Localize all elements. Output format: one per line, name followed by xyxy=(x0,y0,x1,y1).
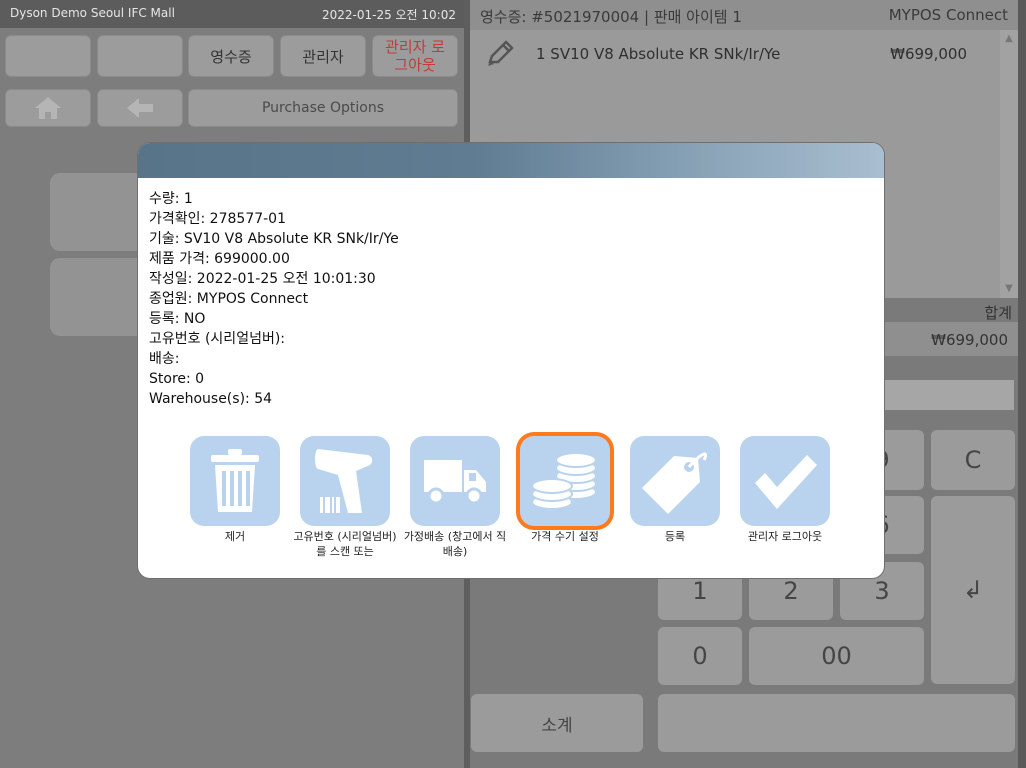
barcode-scanner-icon xyxy=(315,449,373,513)
detail-warehouse: Warehouse(s): 54 xyxy=(149,391,273,407)
remove-label: 제거 xyxy=(224,530,246,543)
receipt-id: 영수증: #5021970004 | 판매 아이템 1 xyxy=(480,8,742,26)
detail-product-price: 제품 가격: 699000.00 xyxy=(149,251,290,267)
item-details: 수량: 1 가격확인: 278577-01 기술: SV10 V8 Absolu… xyxy=(149,189,399,409)
home-button[interactable] xyxy=(5,89,91,127)
manager-logout-button[interactable]: 관리자 로그아웃 xyxy=(372,35,458,77)
product-tile-2[interactable] xyxy=(50,258,150,336)
truck-icon xyxy=(424,460,486,505)
brand-label: MYPOS Connect xyxy=(888,6,1008,24)
checkmark-icon xyxy=(755,455,817,509)
item-price: ₩699,000 xyxy=(890,45,967,63)
detail-description: 기술: SV10 V8 Absolute KR SNk/Ir/Ye xyxy=(149,231,399,247)
detail-store: Store: 0 xyxy=(149,371,205,387)
product-tile-1[interactable] xyxy=(50,173,150,251)
register-button[interactable]: 등록 xyxy=(620,436,730,544)
pencil-icon[interactable] xyxy=(484,38,516,70)
store-name: Dyson Demo Seoul IFC Mall xyxy=(10,6,175,20)
receipt-header: 영수증: #5021970004 | 판매 아이템 1 MYPOS Connec… xyxy=(470,0,1018,30)
window-edge xyxy=(1018,0,1026,768)
item-name: 1 SV10 V8 Absolute KR SNk/Ir/Ye xyxy=(536,45,781,63)
pay-button[interactable] xyxy=(658,694,1015,752)
detail-delivery: 배송: xyxy=(149,351,180,367)
chevron-down-icon[interactable]: ▼ xyxy=(1002,282,1016,296)
clock: 2022-01-25 오전 10:02 xyxy=(321,8,456,22)
detail-price-check: 가격확인: 278577-01 xyxy=(149,211,286,227)
trash-icon xyxy=(211,449,259,512)
price-tag-icon xyxy=(642,452,707,514)
manager-logout-action-button[interactable]: 관리자 로그아웃 xyxy=(730,436,840,544)
manual-price-label: 가격 수기 설정 xyxy=(531,530,599,543)
dialog-header xyxy=(138,143,884,178)
serial-scan-label: 고유번호 (시리얼넘버)를 스캔 또는 xyxy=(293,530,397,558)
detail-serial-number: 고유번호 (시리얼넘버): xyxy=(149,331,286,347)
key-clear[interactable]: C xyxy=(931,430,1015,490)
title-bar: Dyson Demo Seoul IFC Mall 2022-01-25 오전 … xyxy=(0,0,464,28)
total-amount: ₩699,000 xyxy=(931,331,1008,349)
scrollbar[interactable]: ▲ ▼ xyxy=(1000,30,1018,298)
key-0[interactable]: 0 xyxy=(658,627,742,685)
detail-created: 작성일: 2022-01-25 오전 10:01:30 xyxy=(149,271,376,287)
item-details-dialog: 수량: 1 가격확인: 278577-01 기술: SV10 V8 Absolu… xyxy=(138,143,884,578)
purchase-options-button[interactable]: Purchase Options xyxy=(188,89,458,127)
total-label: 합계 xyxy=(984,304,1012,322)
register-label: 등록 xyxy=(664,530,686,543)
key-00[interactable]: 00 xyxy=(749,627,924,685)
manager-logout-label: 관리자 로그아웃 xyxy=(747,530,823,543)
key-enter[interactable]: ↲ xyxy=(931,496,1015,684)
detail-registered: 등록: NO xyxy=(149,311,206,327)
remove-button[interactable]: 제거 xyxy=(180,436,290,544)
back-arrow-icon xyxy=(127,98,153,118)
serial-scan-button[interactable]: 고유번호 (시리얼넘버)를 스캔 또는 xyxy=(290,436,400,559)
manual-price-button[interactable]: 가격 수기 설정 xyxy=(510,436,620,544)
coins-icon xyxy=(531,452,597,510)
detail-quantity: 수량: 1 xyxy=(149,191,193,207)
back-button[interactable] xyxy=(97,89,183,127)
blank-button-1[interactable] xyxy=(5,35,91,77)
chevron-up-icon[interactable]: ▲ xyxy=(1002,32,1016,46)
subtotal-button[interactable]: 소계 xyxy=(471,694,643,752)
blank-button-2[interactable] xyxy=(97,35,183,77)
detail-employee: 종업원: MYPOS Connect xyxy=(149,291,309,307)
list-item[interactable]: 1 SV10 V8 Absolute KR SNk/Ir/Ye ₩699,000 xyxy=(470,30,1000,80)
manager-button[interactable]: 관리자 xyxy=(280,35,366,77)
home-delivery-button[interactable]: 가정배송 (창고에서 직 배송) xyxy=(400,436,510,559)
home-delivery-label: 가정배송 (창고에서 직 배송) xyxy=(403,530,507,558)
receipt-button[interactable]: 영수증 xyxy=(188,35,274,77)
home-icon xyxy=(35,97,61,119)
